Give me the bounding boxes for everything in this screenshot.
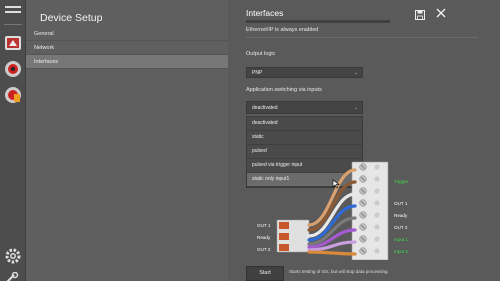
nav-item-general[interactable]: General [26, 27, 228, 41]
app-switching-select[interactable]: deactivated ⌄ [246, 101, 363, 114]
app-switching-label: Application switching via inputs [246, 87, 322, 93]
output-logic-value: PNP [252, 70, 263, 76]
left-pin-label: OUT 2 [257, 247, 271, 252]
dropdown-option-pulsed[interactable]: pulsed [247, 145, 362, 159]
nav-item-network[interactable]: Network [26, 41, 228, 55]
device-setup-icon[interactable] [4, 34, 22, 52]
right-pin-label: Trigger [394, 179, 409, 184]
nav-item-interfaces[interactable]: Interfaces [26, 55, 228, 69]
output-logic-label: Output logic [246, 51, 276, 57]
left-pin-label: OUT 1 [257, 223, 271, 228]
tools-icon[interactable] [4, 270, 22, 281]
output-logic-select[interactable]: PNP ⌄ [246, 67, 363, 78]
app-switching-value: deactivated [252, 105, 278, 111]
camera-icon[interactable] [4, 60, 22, 78]
right-pin-label: OUT 2 [394, 225, 408, 230]
chevron-down-icon: ⌄ [353, 105, 358, 111]
rail-divider [4, 24, 22, 25]
gear-icon[interactable] [4, 247, 22, 265]
divider [246, 37, 478, 38]
dropdown-option-deactivated[interactable]: deactivated [247, 117, 362, 131]
save-icon[interactable] [415, 7, 425, 20]
nav-panel: Device Setup General Network Interfaces [26, 0, 228, 281]
nav-title: Device Setup [40, 12, 103, 24]
right-pin-label: OUT 1 [394, 201, 408, 206]
menu-toggle-icon[interactable] [5, 6, 21, 18]
left-pin-label: Ready [257, 235, 271, 240]
warning-icon[interactable] [4, 86, 22, 104]
info-text: Ethernet/IP is always enabled [246, 27, 319, 33]
icon-rail [0, 0, 26, 281]
start-note: Starts testing of IOs, but will stop dat… [289, 269, 389, 274]
close-icon[interactable] [435, 6, 447, 18]
wiring-graphic [276, 161, 389, 261]
dropdown-option-static[interactable]: static [247, 131, 362, 145]
mouse-cursor-icon [332, 176, 340, 189]
start-button[interactable]: Start [246, 266, 284, 281]
right-pin-label: Input 1 [394, 237, 409, 242]
wiring-diagram: OUT 1 Ready OUT 2 Trigger OUT 1 Ready OU… [255, 160, 435, 261]
title-underline [246, 20, 390, 23]
right-pin-label: Input 2 [394, 249, 409, 254]
page-title: Interfaces [246, 8, 284, 18]
chevron-down-icon: ⌄ [353, 70, 358, 76]
right-pin-label: Ready [394, 213, 408, 218]
